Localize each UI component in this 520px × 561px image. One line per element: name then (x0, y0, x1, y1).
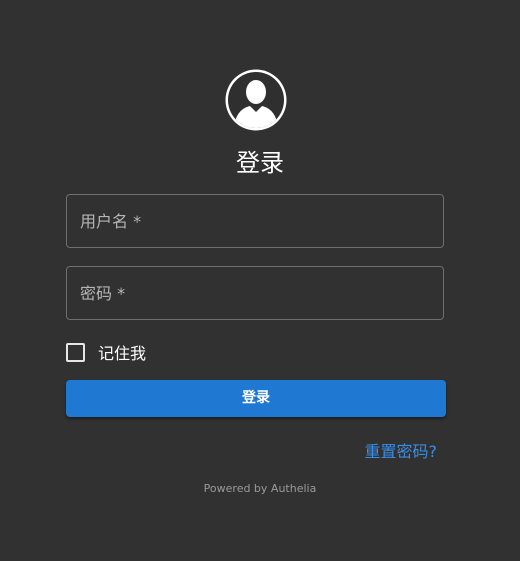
password-placeholder: 密码 * (80, 284, 126, 303)
login-page: 登录 用户名 * 密码 * 记住我 登录 重置密码? Powered by Au… (0, 0, 520, 561)
page-title: 登录 (236, 149, 284, 177)
remember-label: 记住我 (98, 344, 147, 363)
username-field[interactable]: 用户名 * (66, 194, 444, 248)
remember-me[interactable]: 记住我 (66, 340, 146, 364)
login-button[interactable]: 登录 (66, 380, 446, 417)
user-avatar-icon (225, 69, 287, 131)
reset-password-link[interactable]: 重置密码? (365, 438, 438, 462)
powered-by-footer: Powered by Authelia (203, 482, 317, 495)
password-field[interactable]: 密码 * (66, 266, 444, 320)
remember-checkbox[interactable] (66, 342, 85, 362)
username-placeholder: 用户名 * (80, 212, 142, 231)
